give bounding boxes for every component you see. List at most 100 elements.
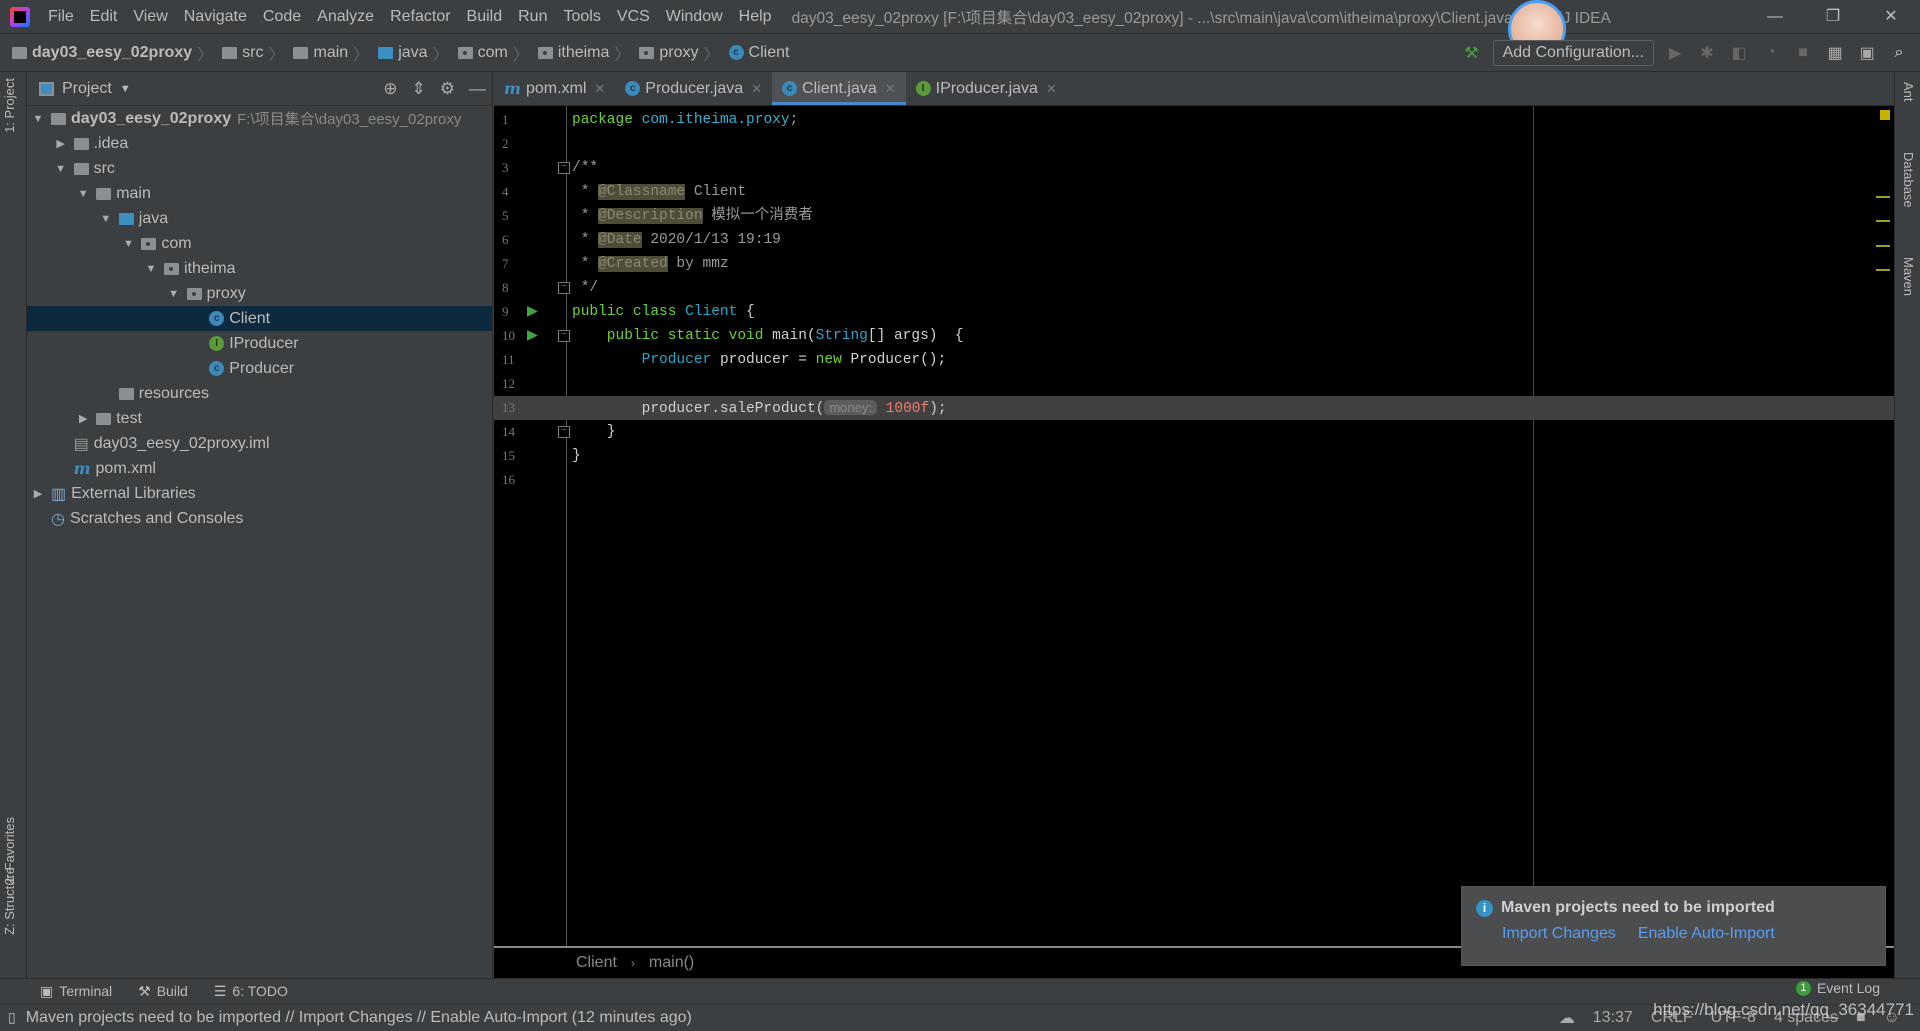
stop-icon[interactable]: ■	[1792, 44, 1814, 62]
tree-item-pom-xml[interactable]: m pom.xml	[27, 456, 492, 481]
update-icon[interactable]: ☁	[1559, 1008, 1575, 1028]
status-message[interactable]: Maven projects need to be imported // Im…	[26, 1009, 692, 1027]
menu-vcs[interactable]: VCS	[609, 8, 658, 26]
menu-analyze[interactable]: Analyze	[309, 8, 382, 26]
tab-producer-java[interactable]: c Producer.java ✕	[615, 72, 772, 105]
error-stripe-mark[interactable]	[1876, 196, 1890, 198]
run-icon[interactable]: ▶	[1664, 43, 1686, 63]
expanded-arrow-icon[interactable]: ▼	[165, 288, 183, 300]
error-stripe-mark[interactable]	[1876, 220, 1890, 222]
inspection-status-icon[interactable]	[1880, 110, 1890, 120]
menu-help[interactable]: Help	[731, 8, 780, 26]
breadcrumb-item[interactable]: java 〉	[378, 41, 453, 65]
tab-client-java[interactable]: c Client.java ✕	[772, 72, 906, 105]
terminal-tool-button[interactable]: ▣ Terminal	[40, 983, 112, 1000]
expanded-arrow-icon[interactable]: ▼	[97, 213, 115, 225]
tree-item--idea[interactable]: ▶ .idea	[27, 131, 492, 156]
collapsed-arrow-icon[interactable]: ▶	[74, 412, 92, 425]
menu-view[interactable]: View	[125, 8, 175, 26]
tree-item-java[interactable]: ▼ java	[27, 206, 492, 231]
breadcrumb-item[interactable]: main 〉	[293, 41, 374, 65]
tree-item-day03-eesy-02proxy-iml[interactable]: ▤ day03_eesy_02proxy.iml	[27, 431, 492, 456]
menu-run[interactable]: Run	[510, 8, 555, 26]
menu-window[interactable]: Window	[658, 8, 731, 26]
chevron-down-icon[interactable]: ▼	[120, 83, 131, 95]
menu-file[interactable]: File	[40, 8, 82, 26]
code-area[interactable]: 1 package com.itheima.proxy; 2 3−/** 4 * @Cl…	[494, 106, 1894, 946]
expanded-arrow-icon[interactable]: ▼	[142, 263, 160, 275]
tree-item-com[interactable]: ▼ com	[27, 231, 492, 256]
tree-item-main[interactable]: ▼ main	[27, 181, 492, 206]
database-tool-tab[interactable]: Database	[1901, 152, 1916, 208]
menu-tools[interactable]: Tools	[555, 8, 608, 26]
run-gutter-icon[interactable]: ▶	[527, 324, 538, 348]
search-icon[interactable]: ⌕	[1888, 44, 1910, 62]
expanded-arrow-icon[interactable]: ▼	[52, 163, 70, 175]
profile-icon[interactable]: ◔	[1760, 44, 1782, 62]
fold-icon[interactable]: −	[558, 426, 570, 438]
error-stripe-mark[interactable]	[1876, 269, 1890, 271]
tree-item-proxy[interactable]: ▼ proxy	[27, 281, 492, 306]
breadcrumb-item[interactable]: day03_eesy_02proxy 〉	[12, 41, 218, 65]
event-log-button[interactable]: 1 Event Log	[1795, 980, 1880, 996]
add-configuration-button[interactable]: Add Configuration...	[1492, 40, 1654, 66]
tree-item-itheima[interactable]: ▼ itheima	[27, 256, 492, 281]
import-changes-link[interactable]: Import Changes	[1502, 925, 1616, 943]
tree-item-src[interactable]: ▼ src	[27, 156, 492, 181]
breadcrumb-method[interactable]: main()	[649, 954, 694, 972]
gear-icon[interactable]: ⚙	[440, 79, 455, 99]
restore-button[interactable]: ❐	[1804, 0, 1862, 34]
caret-position[interactable]: 13:37	[1593, 1009, 1633, 1027]
run-anything-icon[interactable]: ▣	[1856, 43, 1878, 63]
hide-icon[interactable]: —	[469, 79, 486, 99]
menu-navigate[interactable]: Navigate	[176, 8, 255, 26]
menu-edit[interactable]: Edit	[82, 8, 126, 26]
fold-icon[interactable]: −	[558, 162, 570, 174]
collapsed-arrow-icon[interactable]: ▶	[52, 137, 70, 150]
fold-icon[interactable]: −	[558, 330, 570, 342]
collapsed-arrow-icon[interactable]: ▶	[29, 487, 47, 500]
breadcrumb-item[interactable]: com 〉	[457, 41, 534, 65]
collapse-all-icon[interactable]: ⇕	[412, 79, 426, 99]
6-todo-tool-button[interactable]: ☰ 6: TODO	[214, 983, 288, 1000]
breadcrumb-item[interactable]: proxy 〉	[639, 41, 724, 65]
tab-pom-xml[interactable]: m pom.xml ✕	[494, 72, 615, 105]
debug-icon[interactable]: ✱	[1696, 43, 1718, 63]
breadcrumb-class[interactable]: Client	[576, 954, 617, 972]
tree-item-external-libraries[interactable]: ▶ ▥ External Libraries	[27, 481, 492, 506]
project-view-selector[interactable]: Project	[62, 80, 112, 98]
tree-item-test[interactable]: ▶ test	[27, 406, 492, 431]
build-tool-button[interactable]: ⚒ Build	[138, 983, 188, 1000]
tree-item-scratches-and-consoles[interactable]: ◷ Scratches and Consoles	[27, 506, 492, 531]
tab-iproducer-java[interactable]: I IProducer.java ✕	[906, 72, 1067, 105]
error-stripe-mark[interactable]	[1876, 245, 1890, 247]
tree-item-client[interactable]: c Client	[27, 306, 492, 331]
tree-item-resources[interactable]: resources	[27, 381, 492, 406]
build-hammer-icon[interactable]: ⚒	[1461, 43, 1483, 63]
breadcrumb-item[interactable]: itheima 〉	[537, 41, 636, 65]
expanded-arrow-icon[interactable]: ▼	[74, 188, 92, 200]
ant-tool-tab[interactable]: Ant	[1901, 82, 1916, 102]
close-tab-icon[interactable]: ✕	[885, 81, 896, 97]
menu-refactor[interactable]: Refactor	[382, 8, 458, 26]
locate-icon[interactable]: ⊕	[383, 79, 397, 99]
expanded-arrow-icon[interactable]: ▼	[119, 238, 137, 250]
enable-auto-import-link[interactable]: Enable Auto-Import	[1638, 925, 1775, 943]
tree-item-day03-eesy-02proxy[interactable]: ▼ day03_eesy_02proxy F:\项目集合\day03_eesy_02…	[27, 106, 492, 131]
minimize-button[interactable]: —	[1746, 0, 1804, 34]
fold-icon[interactable]: −	[558, 282, 570, 294]
close-tab-icon[interactable]: ✕	[1046, 81, 1057, 97]
project-structure-icon[interactable]: ▦	[1824, 43, 1846, 63]
menu-code[interactable]: Code	[255, 8, 309, 26]
structure-tool-tab[interactable]: Z: Structure	[2, 867, 17, 935]
breadcrumb-item[interactable]: c Client	[728, 41, 789, 65]
maven-tool-tab[interactable]: Maven	[1901, 257, 1916, 296]
tree-item-iproducer[interactable]: I IProducer	[27, 331, 492, 356]
close-button[interactable]: ✕	[1862, 0, 1920, 34]
close-tab-icon[interactable]: ✕	[594, 81, 605, 97]
toggle-tool-windows-icon[interactable]: ▯	[8, 1009, 16, 1026]
close-tab-icon[interactable]: ✕	[751, 81, 762, 97]
project-tool-tab[interactable]: 1: Project	[2, 78, 17, 133]
expanded-arrow-icon[interactable]: ▼	[29, 113, 47, 125]
coverage-icon[interactable]: ◧	[1728, 43, 1750, 63]
